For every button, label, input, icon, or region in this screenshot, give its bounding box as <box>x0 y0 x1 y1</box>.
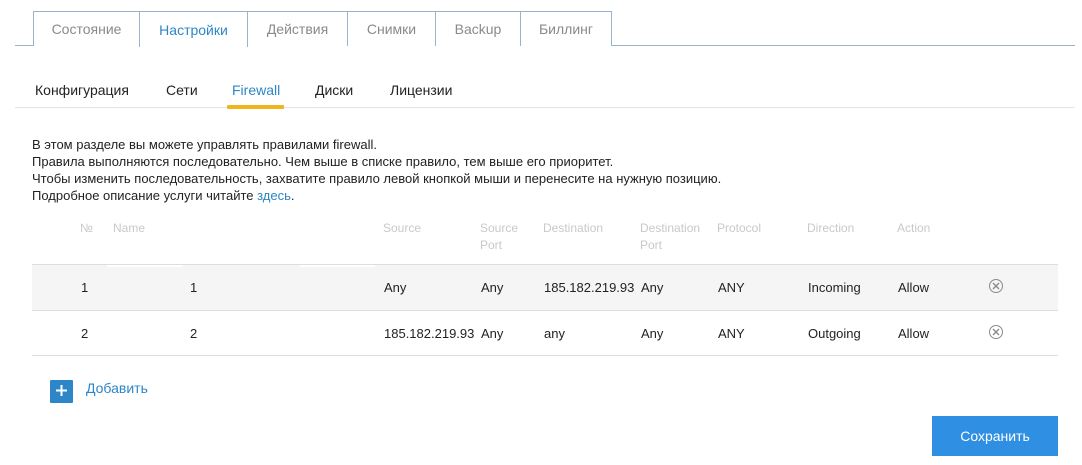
name-cell-mask <box>107 265 182 267</box>
plus-icon <box>56 383 67 401</box>
firewall-description: В этом разделе вы можете управлять прави… <box>32 136 721 204</box>
cell-name: 2 <box>190 326 198 341</box>
tab-billing[interactable]: Биллинг <box>520 11 612 46</box>
cell-destination-port: Any <box>641 326 664 341</box>
table-header: № Name Source Source Port Destination De… <box>32 220 1058 264</box>
tab-backup[interactable]: Backup <box>435 11 521 46</box>
header-number: № <box>80 221 93 235</box>
header-protocol: Protocol <box>717 221 762 235</box>
header-source-port-line-2: Port <box>480 238 503 252</box>
sub-tab-bar: Конфигурация Сети Firewall Диски Лицензи… <box>15 72 1075 109</box>
delete-rule-icon[interactable] <box>989 325 1003 339</box>
cell-destination: any <box>544 326 565 341</box>
cell-direction: Incoming <box>808 280 861 295</box>
description-line-1: В этом разделе вы можете управлять прави… <box>32 137 377 152</box>
description-line-4-prefix: Подробное описание услуги читайте <box>32 188 258 203</box>
tab-status[interactable]: Состояние <box>33 11 140 46</box>
subtab-licenses[interactable]: Лицензии <box>390 82 452 98</box>
cell-action: Allow <box>898 280 930 295</box>
cell-protocol: ANY <box>718 280 745 295</box>
cell-number: 2 <box>81 326 89 341</box>
cell-source: 185.182.219.93 <box>384 326 475 341</box>
active-subtab-indicator <box>227 105 284 109</box>
header-source-port: Source Port <box>480 220 518 254</box>
save-button[interactable]: Сохранить <box>932 416 1058 456</box>
add-rule-button[interactable] <box>50 380 73 403</box>
table-row[interactable]: 1 1 Any Any 185.182.219.93 Any ANY Incom… <box>32 264 1058 310</box>
header-source: Source <box>383 221 422 235</box>
cell-name: 1 <box>190 280 198 295</box>
description-line-2: Правила выполняются последовательно. Чем… <box>32 154 614 169</box>
header-direction: Direction <box>807 221 855 235</box>
top-tab-bar: Состояние Настройки Действия Снимки Back… <box>15 0 1075 47</box>
tab-actions[interactable]: Действия <box>247 11 348 46</box>
cell-source: Any <box>384 280 407 295</box>
description-line-3: Чтобы изменить последовательность, захва… <box>32 171 722 186</box>
cell-source-port: Any <box>481 280 504 295</box>
tab-settings[interactable]: Настройки <box>139 11 248 47</box>
delete-rule-icon[interactable] <box>989 279 1003 293</box>
name-cell-mask <box>300 265 375 267</box>
cell-destination: 185.182.219.93 <box>544 280 635 295</box>
subtab-disks[interactable]: Диски <box>315 82 353 98</box>
description-line-4: Подробное описание услуги читайте здесь. <box>32 187 721 204</box>
cell-destination-port: Any <box>641 280 664 295</box>
header-name: Name <box>113 221 146 235</box>
header-destination-port-line-1: Destination <box>640 221 701 235</box>
table-row[interactable]: 2 2 185.182.219.93 Any any Any ANY Outgo… <box>32 310 1058 356</box>
cell-protocol: ANY <box>718 326 745 341</box>
subtab-networks[interactable]: Сети <box>166 82 198 98</box>
subtab-firewall[interactable]: Firewall <box>232 82 280 98</box>
header-destination-port: Destination Port <box>640 220 700 254</box>
cell-direction: Outgoing <box>808 326 861 341</box>
firewall-rules-table: № Name Source Source Port Destination De… <box>32 220 1058 356</box>
tab-snapshots[interactable]: Снимки <box>347 11 436 46</box>
header-destination-port-line-2: Port <box>640 238 663 252</box>
cell-number: 1 <box>81 280 89 295</box>
subtab-configuration[interactable]: Конфигурация <box>35 82 129 98</box>
header-source-port-line-1: Source <box>480 221 519 235</box>
header-destination: Destination <box>543 221 604 235</box>
cell-action: Allow <box>898 326 930 341</box>
add-rule-label[interactable]: Добавить <box>86 380 148 396</box>
details-link[interactable]: здесь <box>257 188 291 203</box>
cell-source-port: Any <box>481 326 504 341</box>
description-line-4-suffix: . <box>290 188 295 203</box>
header-action: Action <box>897 221 931 235</box>
